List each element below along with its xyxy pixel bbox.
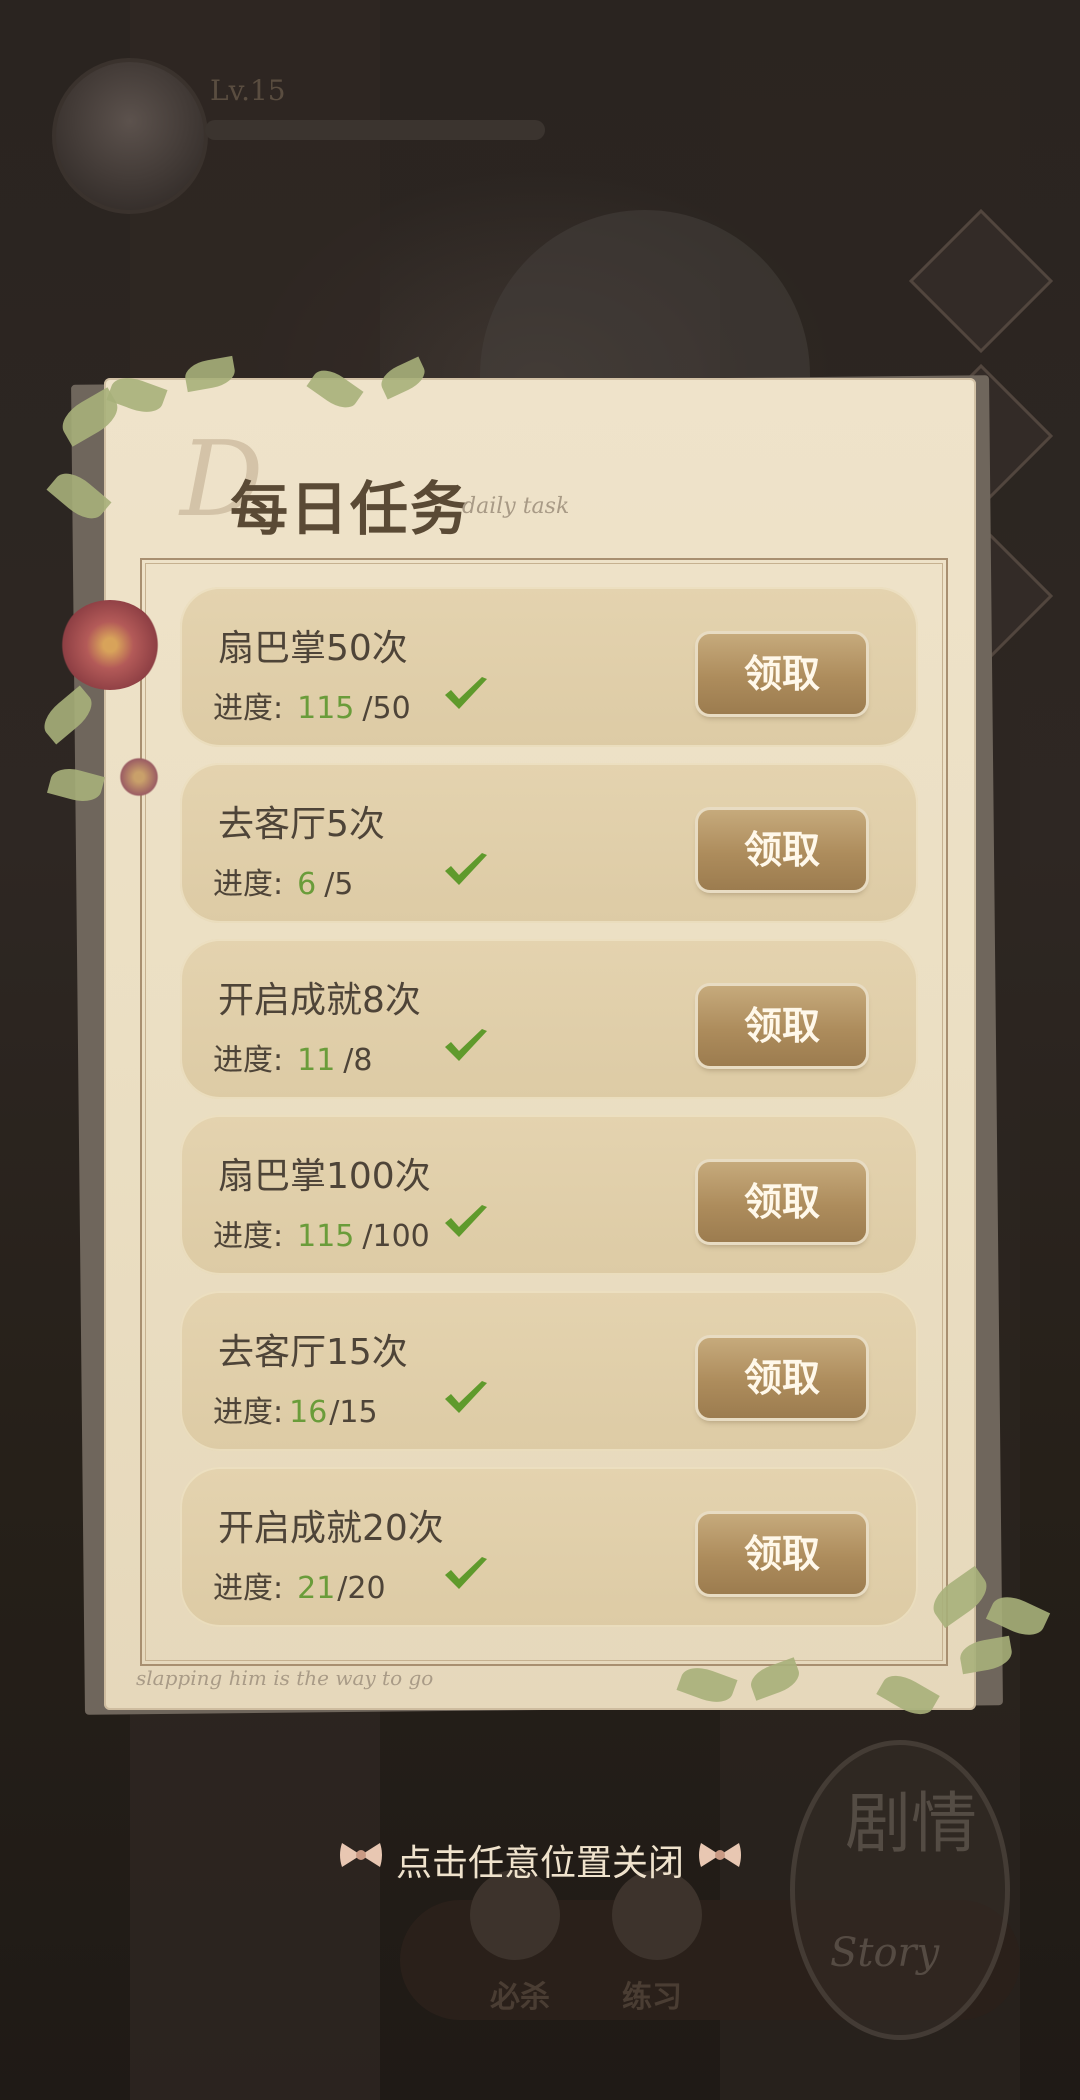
checkmark-icon <box>445 853 487 885</box>
task-row: 去客厅15次 进度: 16/15 领取 <box>180 1291 918 1451</box>
task-progress: 进度: 115/100 <box>213 1211 430 1255</box>
progress-current: 115 <box>297 1219 355 1254</box>
progress-label: 进度: <box>213 1571 284 1606</box>
progress-target: /8 <box>343 1043 373 1078</box>
task-list: 扇巴掌50次 进度: 115/50 领取 去客厅5次 进度: 6/5 领取 开启成就… <box>180 587 918 1643</box>
task-progress: 进度: 11/8 <box>213 1035 373 1079</box>
checkmark-icon <box>445 1557 487 1589</box>
progress-target: /5 <box>324 867 354 902</box>
checkmark-icon <box>445 1029 487 1061</box>
flower-bud-decoration <box>115 755 163 799</box>
progress-current: 115 <box>297 691 355 726</box>
task-name: 开启成就8次 <box>218 980 421 1021</box>
task-progress: 进度: 6/5 <box>213 859 353 903</box>
task-row: 去客厅5次 进度: 6/5 领取 <box>180 763 918 923</box>
panel-footer-text: slapping him is the way to go <box>136 1666 434 1690</box>
progress-current: 6 <box>297 867 317 902</box>
task-progress: 进度: 115/50 <box>213 683 411 727</box>
claim-button[interactable]: 领取 <box>698 810 866 890</box>
progress-label: 进度: <box>213 867 284 902</box>
player-avatar <box>52 58 208 214</box>
panel-title: 每日任务 <box>230 475 471 543</box>
progress-target: /20 <box>337 1571 386 1606</box>
level-progress-bar <box>205 120 545 140</box>
progress-label: 进度: <box>213 1395 284 1430</box>
progress-target: /15 <box>329 1395 378 1430</box>
task-name: 扇巴掌100次 <box>218 1156 431 1197</box>
progress-current: 11 <box>297 1043 336 1078</box>
task-row: 开启成就8次 进度: 11/8 领取 <box>180 939 918 1099</box>
task-row: 开启成就20次 进度: 21/20 领取 <box>180 1467 918 1627</box>
rose-decoration <box>60 600 160 690</box>
task-row: 扇巴掌50次 进度: 115/50 领取 <box>180 587 918 747</box>
claim-button[interactable]: 领取 <box>698 986 866 1066</box>
checkmark-icon <box>445 1205 487 1237</box>
claim-button[interactable]: 领取 <box>698 1162 866 1242</box>
checkmark-icon <box>445 677 487 709</box>
task-progress: 进度: 21/20 <box>213 1563 386 1607</box>
bottom-button-label: 必杀 <box>490 1980 550 2015</box>
progress-label: 进度: <box>213 1219 284 1254</box>
bottom-button-label: 练习 <box>622 1980 682 2015</box>
task-name: 去客厅5次 <box>218 804 385 845</box>
progress-target: /100 <box>362 1219 430 1254</box>
bow-icon <box>699 1843 741 1867</box>
progress-label: 进度: <box>213 691 284 726</box>
task-progress: 进度: 16/15 <box>213 1387 378 1431</box>
checkmark-icon <box>445 1381 487 1413</box>
task-name: 扇巴掌50次 <box>218 628 408 669</box>
task-name: 去客厅15次 <box>218 1332 408 1373</box>
close-hint[interactable]: 点击任意位置关闭 <box>0 1834 1080 1886</box>
progress-label: 进度: <box>213 1043 284 1078</box>
player-level: Lv.15 <box>210 74 286 107</box>
task-name: 开启成就20次 <box>218 1508 444 1549</box>
task-row: 扇巴掌100次 进度: 115/100 领取 <box>180 1115 918 1275</box>
progress-current: 21 <box>297 1571 336 1606</box>
claim-button[interactable]: 领取 <box>698 634 866 714</box>
progress-current: 16 <box>289 1395 328 1430</box>
story-label-en: Story <box>830 1930 940 1976</box>
claim-button[interactable]: 领取 <box>698 1514 866 1594</box>
panel-subtitle: daily task <box>462 494 570 519</box>
claim-button[interactable]: 领取 <box>698 1338 866 1418</box>
progress-target: /50 <box>362 691 411 726</box>
